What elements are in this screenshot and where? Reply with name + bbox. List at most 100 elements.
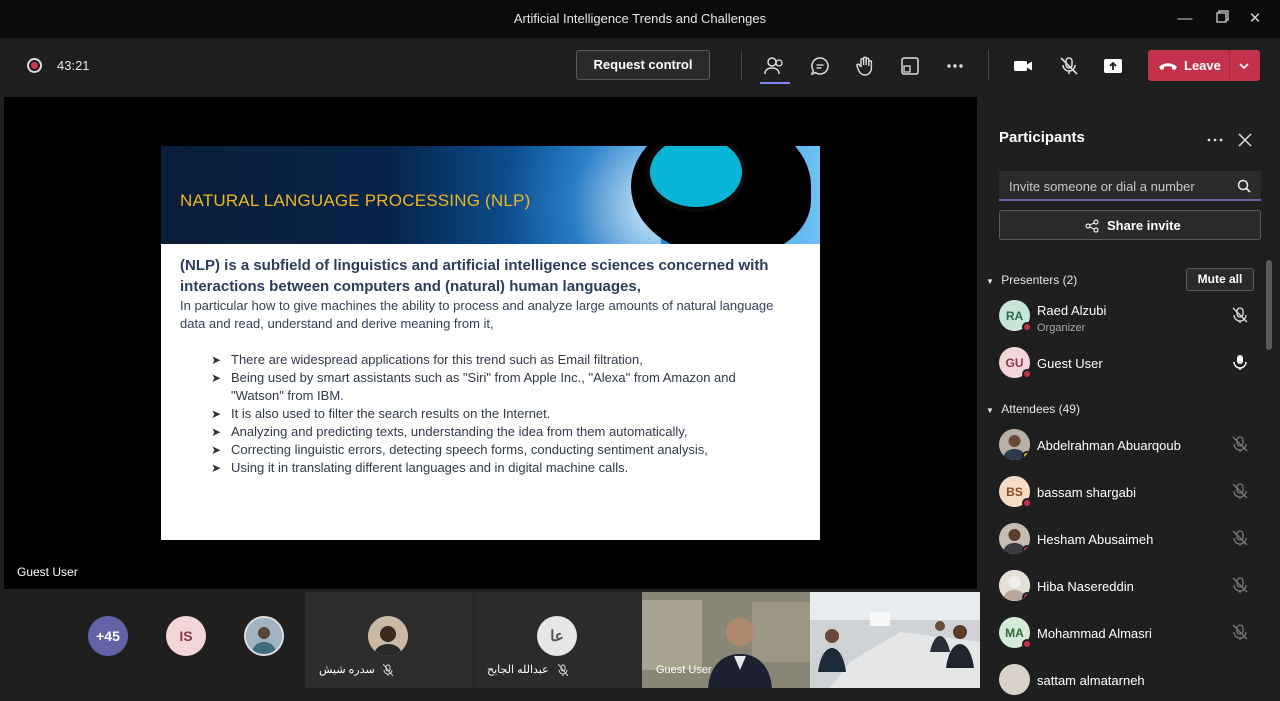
mute-all-button[interactable]: Mute all (1186, 268, 1254, 291)
participant-name: bassam shargabi (1037, 485, 1136, 500)
presence-dot (1022, 545, 1030, 554)
meeting-timer: 43:21 (57, 58, 90, 73)
attendees-section-header[interactable]: ▼ Attendees (49) (986, 402, 1080, 416)
active-tab-underline (760, 82, 790, 84)
arrow-bullet-icon: ➤ (211, 407, 222, 421)
participant-row[interactable]: MA Mohammad Almasri (999, 614, 1261, 654)
participant-row[interactable]: Hiba Nasereddin (999, 567, 1261, 607)
leave-label: Leave (1184, 58, 1221, 73)
mic-muted-icon (1232, 307, 1248, 323)
camera-icon[interactable] (1011, 54, 1035, 78)
participant-avatar: GU (999, 347, 1032, 379)
participant-tile[interactable]: عا عبدالله الجايح (474, 592, 642, 688)
share-invite-button[interactable]: Share invite (999, 210, 1261, 240)
collapse-caret-icon: ▼ (986, 277, 994, 286)
meeting-toolbar: 43:21 Request control Leave (0, 38, 1280, 94)
participant-photo-avatar (999, 570, 1030, 601)
presence-dot (1022, 369, 1032, 379)
participant-name: Hiba Nasereddin (1037, 579, 1134, 594)
window-title: Artificial Intelligence Trends and Chall… (513, 11, 767, 26)
participants-icon[interactable] (762, 54, 786, 78)
slide-banner: NATURAL LANGUAGE PROCESSING (NLP) (161, 146, 820, 244)
participant-avatar: MA (999, 617, 1032, 649)
panel-scrollbar[interactable] (1266, 260, 1272, 350)
attendees-label: Attendees (49) (1001, 402, 1080, 416)
participant-name: Hesham Abusaimeh (1037, 532, 1154, 547)
presence-dot (1022, 592, 1030, 601)
invite-search-placeholder: Invite someone or dial a number (1009, 179, 1195, 194)
mic-disabled-icon (1232, 624, 1248, 640)
slide-sub-text: In particular how to give machines the a… (180, 298, 774, 331)
presenters-section-header[interactable]: ▼ Presenters (2) (986, 273, 1077, 287)
participant-row[interactable]: BS bassam shargabi (999, 473, 1261, 513)
chevron-down-icon[interactable] (1238, 60, 1250, 72)
participant-tile-name: سدره شيش (319, 664, 375, 676)
toolbar-divider (741, 50, 742, 80)
raise-hand-icon[interactable] (853, 54, 877, 78)
mic-off-icon (558, 664, 568, 676)
arrow-bullet-icon: ➤ (211, 371, 222, 385)
participant-name: Abdelrahman Abuarqoub (1037, 438, 1181, 453)
search-icon[interactable] (1237, 179, 1251, 193)
slide-bullet-list: ➤ There are widespread applications for t… (211, 351, 791, 477)
chat-icon[interactable] (808, 54, 832, 78)
participant-tile-name: عبدالله الجايح (487, 664, 549, 676)
participant-tile-name: Guest User (656, 664, 712, 676)
leave-button[interactable]: Leave (1148, 50, 1260, 81)
arrow-bullet-icon: ➤ (211, 443, 222, 457)
close-window-icon[interactable]: ✕ (1244, 8, 1266, 30)
away-status-dot (1022, 451, 1030, 460)
phone-hangup-icon (1159, 63, 1177, 70)
participant-row[interactable]: RA Raed Alzubi Organizer (999, 297, 1261, 337)
microphone-muted-icon[interactable] (1057, 54, 1081, 78)
more-participants-chip[interactable]: +45 (88, 616, 128, 656)
participant-name: sattam almatarneh (1037, 673, 1145, 688)
participant-video-tile[interactable] (810, 592, 980, 688)
presenters-label: Presenters (2) (1001, 273, 1078, 287)
mic-disabled-icon (1232, 577, 1248, 593)
panel-more-options-icon[interactable] (1206, 131, 1224, 154)
participant-avatar-is[interactable]: IS (166, 616, 206, 656)
participant-role: Organizer (1037, 322, 1086, 334)
shared-screen-stage: NATURAL LANGUAGE PROCESSING (NLP) (NLP) … (4, 97, 977, 589)
minimize-icon[interactable]: — (1174, 8, 1196, 30)
participant-photo-avatar (368, 616, 408, 656)
more-options-icon[interactable] (943, 54, 967, 78)
collapse-caret-icon: ▼ (986, 406, 994, 415)
leave-split-divider (1229, 50, 1230, 81)
participants-panel: Participants Invite someone or dial a nu… (980, 97, 1280, 695)
recording-icon (27, 58, 42, 73)
participant-avatar: RA (999, 300, 1032, 332)
panel-title: Participants (999, 129, 1085, 146)
mic-disabled-icon (1232, 436, 1248, 452)
arrow-bullet-icon: ➤ (211, 425, 222, 439)
participant-video-tile[interactable]: Guest User (642, 592, 810, 688)
arrow-bullet-icon: ➤ (211, 353, 222, 367)
toolbar-divider (988, 50, 989, 80)
breakout-rooms-icon[interactable] (898, 54, 922, 78)
request-control-button[interactable]: Request control (576, 50, 710, 80)
presence-dot (1022, 498, 1032, 508)
share-screen-icon[interactable] (1101, 54, 1125, 78)
slide-bullet: ➤ Using it in translating different langu… (211, 459, 791, 477)
mic-off-icon (383, 664, 393, 676)
participant-row[interactable]: Abdelrahman Abuarqoub (999, 426, 1261, 466)
participant-tile[interactable]: سدره شيش (305, 592, 473, 688)
maximize-icon[interactable] (1211, 8, 1233, 30)
participant-row[interactable]: GU Guest User (999, 344, 1261, 384)
slide-bullet: ➤ Analyzing and predicting texts, underst… (211, 423, 791, 441)
slide-bullet-text: Using it in translating different langua… (231, 460, 629, 475)
participant-row[interactable]: sattam almatarneh (999, 661, 1261, 701)
participant-name: Guest User (1037, 356, 1103, 371)
participant-row[interactable]: Hesham Abusaimeh (999, 520, 1261, 560)
presentation-slide: NATURAL LANGUAGE PROCESSING (NLP) (NLP) … (161, 146, 820, 540)
slide-bullet: ➤ Correcting linguistic errors, detecting… (211, 441, 791, 459)
invite-search-field[interactable]: Invite someone or dial a number (999, 171, 1261, 201)
participant-name: Mohammad Almasri (1037, 626, 1152, 641)
participant-photo-avatar[interactable] (244, 616, 284, 656)
slide-bullet: ➤ Being used by smart assistants such as … (211, 369, 791, 405)
mic-disabled-icon (1232, 530, 1248, 546)
slide-title: NATURAL LANGUAGE PROCESSING (NLP) (180, 191, 531, 210)
slide-bullet-text: Being used by smart assistants such as "… (231, 370, 736, 403)
close-panel-icon[interactable] (1238, 133, 1252, 152)
